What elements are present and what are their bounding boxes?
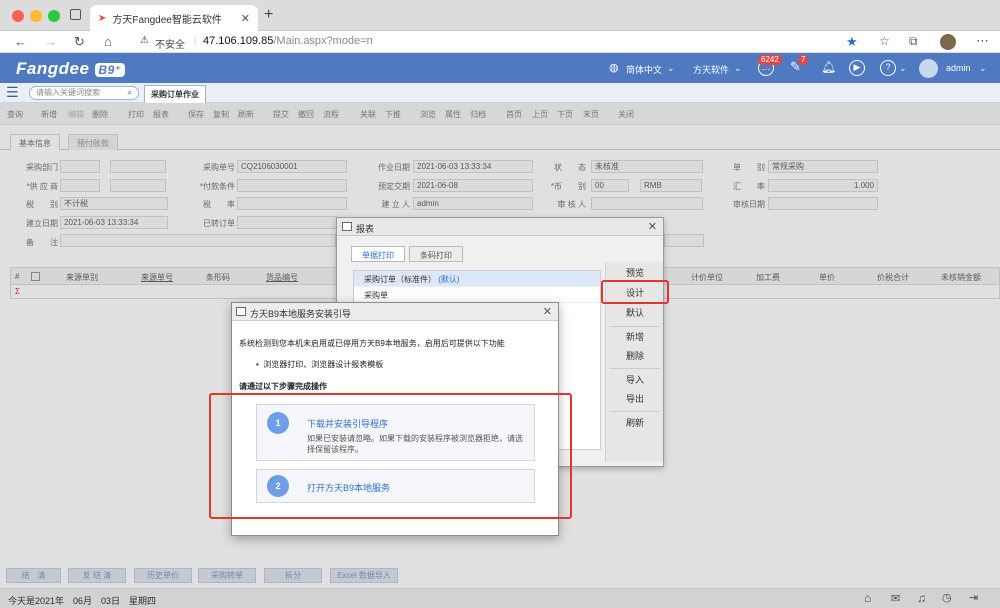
import-button[interactable]: 导入 bbox=[606, 371, 664, 389]
close-window-icon[interactable] bbox=[12, 10, 24, 22]
browser-tab[interactable]: ➤ 方天Fangdee智能云软件 ✕ bbox=[90, 5, 258, 31]
search-icon[interactable]: ⌕ bbox=[128, 87, 132, 99]
address-bar: ← → ↻ ⌂ ⚠ 不安全 | 47.106.109.85/Main.aspx?… bbox=[0, 31, 1000, 53]
chevron-down-icon: ⌄ bbox=[979, 63, 987, 73]
favorites-icon[interactable]: ☆ bbox=[879, 34, 890, 48]
install-dialog-titlebar: 方天B9本地服务安装引导 ✕ bbox=[232, 303, 558, 321]
app-header: Fangdee B9⁺ ◍ 简体中文 ⌄ 方天软件 ⌄ … 6242 ✎ 7 🔔︎… bbox=[0, 53, 1000, 83]
tab-barcode-print[interactable]: 条码打印 bbox=[409, 246, 463, 262]
report-name: 采购订单（标准件） bbox=[364, 275, 436, 284]
user-avatar[interactable] bbox=[919, 59, 938, 78]
url-divider: | bbox=[194, 35, 197, 45]
tab-purchase-order[interactable]: 采购订单作业 bbox=[144, 85, 206, 103]
search-input[interactable]: 请输入关键词搜索 ⌕ bbox=[29, 86, 139, 100]
browser-tab-bar: ➤ 方天Fangdee智能云软件 ✕ + bbox=[0, 0, 1000, 31]
close-icon[interactable]: ✕ bbox=[648, 220, 657, 233]
language-selector[interactable]: 简体中文 bbox=[626, 63, 662, 76]
edit-badge: 7 bbox=[798, 55, 809, 65]
delete-report-button[interactable]: 删除 bbox=[606, 347, 664, 365]
report-dialog-titlebar: 报表 ✕ bbox=[337, 218, 663, 236]
more-menu-icon[interactable]: ⋯ bbox=[976, 33, 989, 49]
url-host: 47.106.109.85 bbox=[203, 35, 274, 47]
url-path: /Main.aspx?mode=n bbox=[273, 35, 373, 47]
reload-icon[interactable]: ↻ bbox=[74, 34, 85, 50]
nav-row: ☰ 请输入关键词搜索 ⌕ 采购订单作业 bbox=[0, 83, 1000, 103]
feature-item: • 浏览器打印、浏览器设计报表模板 bbox=[256, 360, 384, 369]
bell-icon[interactable]: 🔔︎ bbox=[821, 60, 836, 74]
url-field[interactable]: 47.106.109.85/Main.aspx?mode=n bbox=[203, 35, 373, 47]
chevron-down-icon: ⌄ bbox=[734, 63, 742, 73]
play-icon[interactable]: ▶ bbox=[849, 60, 865, 76]
tab-doc-print[interactable]: 单据打印 bbox=[351, 246, 405, 262]
close-icon[interactable]: ✕ bbox=[543, 305, 552, 318]
divider bbox=[610, 326, 660, 327]
minimize-window-icon[interactable] bbox=[30, 10, 42, 22]
divider bbox=[610, 411, 660, 412]
site-favicon-icon: ➤ bbox=[98, 12, 107, 24]
browser-tab-title: 方天Fangdee智能云软件 bbox=[112, 14, 222, 26]
company-selector[interactable]: 方天软件 bbox=[693, 63, 729, 76]
message-badge: 6242 bbox=[758, 55, 782, 65]
bookmark-star-icon[interactable]: ★ bbox=[846, 34, 858, 50]
export-button[interactable]: 导出 bbox=[606, 390, 664, 408]
feature-text: 浏览器打印、浏览器设计报表模板 bbox=[263, 360, 384, 369]
new-tab-button[interactable]: + bbox=[264, 6, 273, 24]
app-logo: Fangdee B9⁺ bbox=[16, 59, 125, 79]
install-intro: 系统检测到您本机未启用或已停用方天B9本地服务，启用后可提供以下功能 bbox=[239, 339, 505, 348]
highlight-box bbox=[209, 393, 572, 519]
window-icon bbox=[236, 307, 246, 316]
logo-text: Fangdee bbox=[16, 59, 90, 78]
search-placeholder: 请输入关键词搜索 bbox=[36, 88, 100, 97]
report-name: 采购单 bbox=[364, 291, 388, 300]
tab-actions-icon[interactable] bbox=[70, 9, 81, 20]
chevron-down-icon: ⌄ bbox=[899, 63, 907, 73]
window-icon bbox=[342, 222, 352, 231]
menu-icon[interactable]: ☰ bbox=[6, 84, 19, 101]
collections-icon[interactable]: ⧉ bbox=[909, 34, 918, 49]
install-dialog-title: 方天B9本地服务安装引导 bbox=[250, 309, 352, 319]
user-name[interactable]: admin bbox=[946, 63, 971, 73]
set-default-button[interactable]: 默认 bbox=[606, 304, 664, 322]
help-icon[interactable]: ? bbox=[880, 60, 896, 76]
back-icon[interactable]: ← bbox=[14, 34, 27, 49]
chevron-down-icon: ⌄ bbox=[667, 63, 675, 73]
refresh-button[interactable]: 刷新 bbox=[606, 414, 664, 432]
home-icon[interactable]: ⌂ bbox=[104, 34, 112, 49]
default-tag: (默认) bbox=[438, 275, 460, 284]
security-label[interactable]: 不安全 bbox=[155, 36, 185, 51]
divider bbox=[610, 368, 660, 369]
highlight-box bbox=[601, 280, 669, 304]
report-dialog-title: 报表 bbox=[356, 224, 375, 234]
list-item[interactable]: 采购订单（标准件） (默认) bbox=[354, 271, 600, 287]
maximize-window-icon[interactable] bbox=[48, 10, 60, 22]
logo-badge: B9⁺ bbox=[95, 63, 125, 77]
install-prompt: 请通过以下步骤完成操作 bbox=[239, 382, 327, 391]
close-tab-icon[interactable]: ✕ bbox=[241, 12, 250, 25]
add-report-button[interactable]: 新增 bbox=[606, 328, 664, 346]
globe-icon: ◍ bbox=[609, 62, 619, 74]
list-item[interactable]: 采购单 bbox=[354, 287, 600, 303]
warning-icon[interactable]: ⚠ bbox=[140, 35, 149, 46]
forward-icon[interactable]: → bbox=[44, 34, 57, 49]
profile-avatar[interactable] bbox=[940, 34, 956, 50]
